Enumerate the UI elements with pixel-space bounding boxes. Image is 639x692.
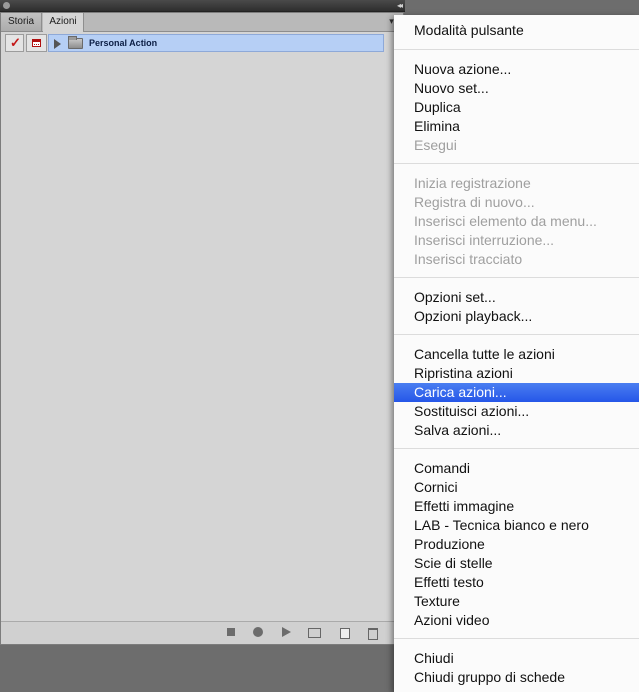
checkmark-icon: ✓ <box>10 35 21 50</box>
trash-icon[interactable] <box>368 628 378 640</box>
menu-item-registra-di-nuovo: Registra di nuovo... <box>414 194 535 210</box>
menu-item-salva-azioni[interactable]: Salva azioni... <box>394 421 639 440</box>
menu-item-comandi[interactable]: Comandi <box>394 459 639 478</box>
menu-item-carica-azioni[interactable]: Carica azioni... <box>394 383 639 402</box>
menu-separator <box>394 448 639 449</box>
new-action-icon[interactable] <box>340 628 350 639</box>
toggle-item-cell[interactable]: ✓ <box>5 34 24 52</box>
menu-item-inserisci-interruzione: Inserisci interruzione... <box>414 232 555 248</box>
tab-storia[interactable]: Storia <box>1 13 42 31</box>
menu-item-effetti-immagine[interactable]: Effetti immagine <box>394 497 639 516</box>
menu-item-opzioni-set[interactable]: Opzioni set... <box>394 288 639 307</box>
menu-separator <box>394 277 639 278</box>
folder-icon <box>68 36 83 49</box>
menu-item-azioni-video[interactable]: Azioni video <box>394 611 639 630</box>
menu-item-cornici[interactable]: Cornici <box>394 478 639 497</box>
menu-separator <box>394 163 639 164</box>
menu-separator <box>394 49 639 50</box>
double-chevron-right-icon[interactable]: ◂◂ <box>397 0 403 11</box>
menu-separator <box>394 334 639 335</box>
action-set-item[interactable]: Personal Action <box>48 34 384 52</box>
menu-item-inserisci-tracciato: Inserisci tracciato <box>414 251 523 267</box>
menu-item-effetti-testo[interactable]: Effetti testo <box>394 573 639 592</box>
panel-title-bar: ◂◂ <box>0 0 405 12</box>
actions-list: ✓ Personal Action <box>1 32 403 622</box>
tab-azioni[interactable]: Azioni <box>43 13 84 32</box>
menu-item-inizia-registrazione: Inizia registrazione <box>414 175 531 191</box>
panel-tab-bar: Storia Azioni ▾≡ <box>1 13 403 32</box>
record-icon[interactable] <box>253 627 263 637</box>
action-set-name: Personal Action <box>89 38 158 48</box>
action-set-row[interactable]: ✓ Personal Action <box>1 34 403 52</box>
menu-item-cancella-tutte-azioni[interactable]: Cancella tutte le azioni <box>394 345 639 364</box>
panel-flyout-menu: Modalità pulsante Nuova azione... Nuovo … <box>394 15 639 692</box>
menu-separator <box>394 638 639 639</box>
panel-grip-icon <box>3 2 10 9</box>
panel-bottom-toolbar <box>1 621 403 644</box>
dialog-icon <box>32 39 41 47</box>
disclosure-triangle-icon[interactable] <box>54 39 61 49</box>
menu-item-nuovo-set[interactable]: Nuovo set... <box>394 79 639 98</box>
play-icon[interactable] <box>282 627 291 637</box>
menu-item-ripristina-azioni[interactable]: Ripristina azioni <box>394 364 639 383</box>
menu-item-opzioni-playback[interactable]: Opzioni playback... <box>394 307 639 326</box>
new-set-icon[interactable] <box>308 628 321 638</box>
menu-item-inserisci-elemento-menu: Inserisci elemento da menu... <box>414 213 597 229</box>
menu-item-sostituisci-azioni[interactable]: Sostituisci azioni... <box>394 402 639 421</box>
menu-item-modalita-pulsante[interactable]: Modalità pulsante <box>394 21 639 40</box>
stop-icon[interactable] <box>227 628 235 636</box>
menu-item-scie-di-stelle[interactable]: Scie di stelle <box>394 554 639 573</box>
menu-item-lab-tecnica[interactable]: LAB - Tecnica bianco e nero <box>394 516 639 535</box>
menu-item-chiudi[interactable]: Chiudi <box>394 649 639 668</box>
menu-item-produzione[interactable]: Produzione <box>394 535 639 554</box>
menu-item-chiudi-gruppo-schede[interactable]: Chiudi gruppo di schede <box>394 668 639 687</box>
menu-item-texture[interactable]: Texture <box>394 592 639 611</box>
actions-panel: Storia Azioni ▾≡ ✓ Personal Action <box>0 12 404 645</box>
menu-item-duplica[interactable]: Duplica <box>394 98 639 117</box>
toggle-dialog-cell[interactable] <box>26 34 47 52</box>
menu-item-nuova-azione[interactable]: Nuova azione... <box>394 60 639 79</box>
menu-item-elimina[interactable]: Elimina <box>394 117 639 136</box>
menu-item-esegui: Esegui <box>414 137 457 153</box>
